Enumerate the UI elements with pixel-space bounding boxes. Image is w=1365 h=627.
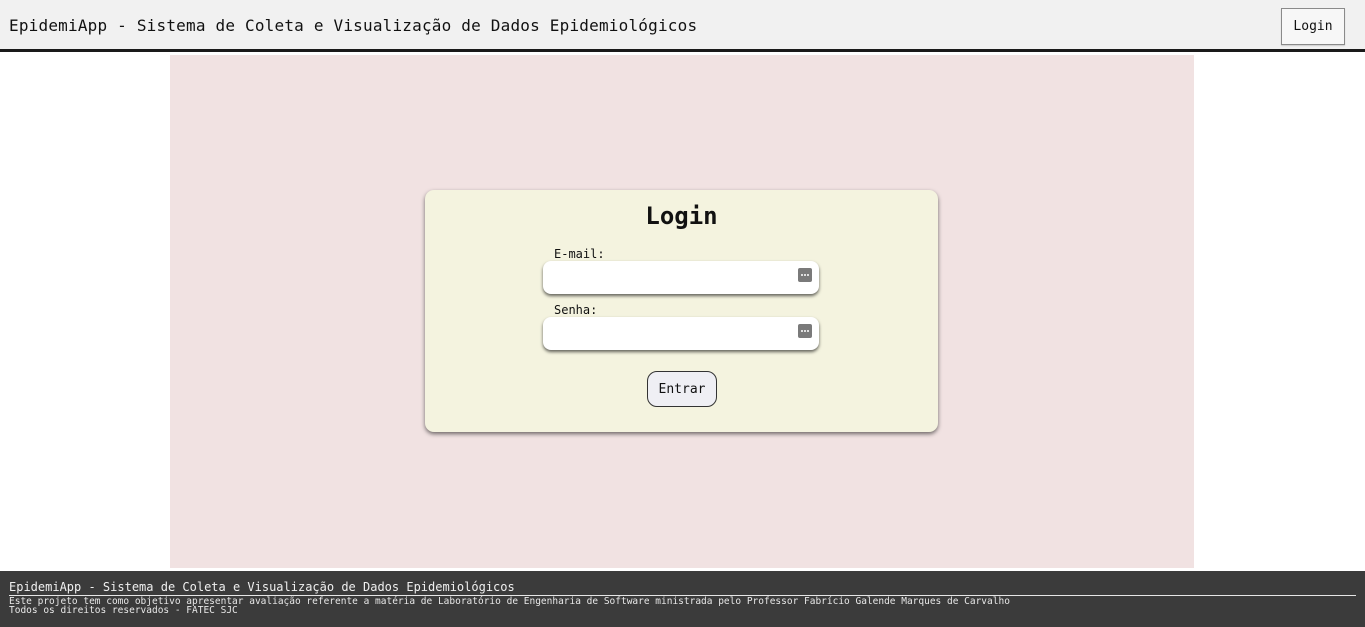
email-input[interactable] xyxy=(551,267,795,289)
login-card: Login E-mail: Senha: Entrar xyxy=(425,190,938,432)
password-manager-icon[interactable] xyxy=(798,324,812,338)
email-label: E-mail: xyxy=(554,247,605,261)
footer-rights: Todos os direitos reservados - FATEC SJC xyxy=(9,605,238,616)
email-field[interactable] xyxy=(543,261,819,294)
password-label: Senha: xyxy=(554,303,598,317)
footer: EpidemiApp - Sistema de Coleta e Visuali… xyxy=(0,571,1365,627)
password-input[interactable] xyxy=(551,323,795,345)
submit-button[interactable]: Entrar xyxy=(647,371,717,407)
app-title: EpidemiApp - Sistema de Coleta e Visuali… xyxy=(9,16,698,35)
login-title: Login xyxy=(645,202,718,230)
top-navbar: EpidemiApp - Sistema de Coleta e Visuali… xyxy=(0,0,1365,52)
password-manager-icon[interactable] xyxy=(798,268,812,282)
password-field[interactable] xyxy=(543,317,819,350)
header-login-button[interactable]: Login xyxy=(1281,8,1345,45)
footer-title: EpidemiApp - Sistema de Coleta e Visuali… xyxy=(9,580,515,594)
